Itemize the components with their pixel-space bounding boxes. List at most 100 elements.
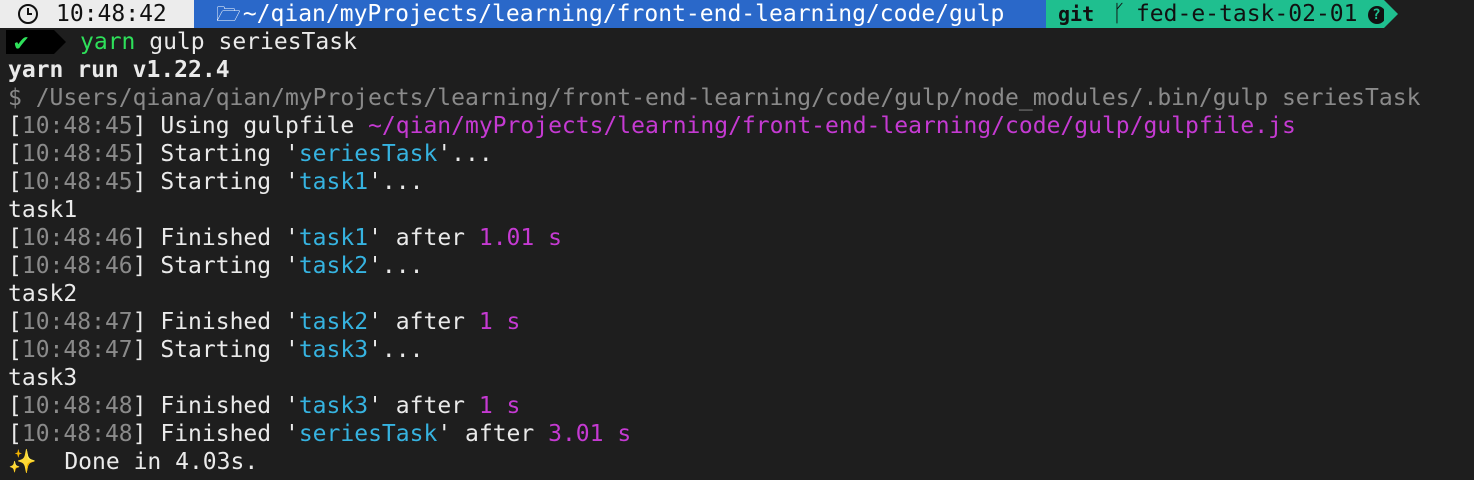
log-timestamp: 10:48:47 xyxy=(21,309,133,335)
log-timestamp: 10:48:48 xyxy=(21,421,133,447)
question-circle-icon: ? xyxy=(1367,6,1386,24)
exec-line: $ /Users/qiana/qian/myProjects/learning/… xyxy=(8,85,1421,111)
log-line: [10:48:45] Using gulpfile ~/qian/myProje… xyxy=(0,112,1474,140)
prompt-time: 10:48:42 xyxy=(56,1,167,27)
command-program: yarn xyxy=(80,29,136,55)
quote: '... xyxy=(437,141,493,167)
plain-output: task3 xyxy=(8,365,78,391)
task-name: task2 xyxy=(298,253,369,279)
task-name: task1 xyxy=(298,169,369,195)
done-line: ✨ Done in 4.03s. xyxy=(0,448,1474,476)
log-timestamp: 10:48:45 xyxy=(21,141,133,167)
quote: ' xyxy=(271,169,299,195)
terminal-window: 10:48:42 🗁~/qian/myProjects/learning/fro… xyxy=(0,0,1474,476)
log-verb: Starting xyxy=(160,337,272,363)
bracket: [ xyxy=(8,253,22,279)
bracket: ] xyxy=(132,393,161,419)
task-name: task3 xyxy=(298,393,369,419)
bracket: ] xyxy=(132,253,161,279)
status-badge-arrow-icon xyxy=(54,30,66,54)
clock-icon xyxy=(18,4,38,24)
log-line: task2 xyxy=(0,280,1474,308)
quote: ' after xyxy=(368,225,479,251)
task-name: seriesTask xyxy=(298,141,438,167)
log-timestamp: 10:48:47 xyxy=(21,337,133,363)
prompt-bar: 10:48:42 🗁~/qian/myProjects/learning/fro… xyxy=(0,0,1474,28)
bracket: ] xyxy=(132,337,161,363)
quote: ' xyxy=(271,225,299,251)
log-line: [10:48:48] Finished 'seriesTask' after 3… xyxy=(0,420,1474,448)
log-line: task3 xyxy=(0,364,1474,392)
task-name: task3 xyxy=(298,337,369,363)
quote: ' xyxy=(271,141,299,167)
log-timestamp: 10:48:46 xyxy=(21,253,133,279)
log-line: [10:48:47] Finished 'task2' after 1 s xyxy=(0,308,1474,336)
task-duration: 1.01 s xyxy=(478,225,562,251)
log-line: [10:48:45] Starting 'seriesTask'... xyxy=(0,140,1474,168)
bracket: ] xyxy=(132,309,161,335)
log-line: [10:48:45] Starting 'task1'... xyxy=(0,168,1474,196)
log-verb: Starting xyxy=(160,169,272,195)
bracket: [ xyxy=(8,421,22,447)
quote: '... xyxy=(368,169,424,195)
bracket: ] xyxy=(132,141,161,167)
log-timestamp: 10:48:46 xyxy=(21,225,133,251)
done-text: Done in 4.03s. xyxy=(36,449,259,475)
quote: '... xyxy=(368,337,424,363)
log-verb: Starting xyxy=(160,253,272,279)
log-lines: [10:48:45] Using gulpfile ~/qian/myProje… xyxy=(0,112,1474,448)
quote: ' xyxy=(271,393,299,419)
log-message: Using gulpfile xyxy=(160,113,369,139)
task-name: task1 xyxy=(298,225,369,251)
bracket: ] xyxy=(132,421,161,447)
bracket: [ xyxy=(8,225,22,251)
segment-separator-icon xyxy=(1384,0,1398,28)
log-line: [10:48:47] Starting 'task3'... xyxy=(0,336,1474,364)
log-line: [10:48:46] Finished 'task1' after 1.01 s xyxy=(0,224,1474,252)
log-verb: Starting xyxy=(160,141,272,167)
check-icon: ✔ xyxy=(14,28,29,56)
command-line[interactable]: ✔ yarn gulp seriesTask xyxy=(0,28,1474,56)
folder-open-icon: 🗁 xyxy=(216,2,241,26)
quote: ' after xyxy=(368,309,479,335)
quote: ' xyxy=(271,337,299,363)
bracket: [ xyxy=(8,169,22,195)
yarn-version-line: yarn run v1.22.4 xyxy=(8,57,230,83)
plain-output: task2 xyxy=(8,281,78,307)
task-duration: 1 s xyxy=(478,393,521,419)
git-label: git xyxy=(1058,2,1095,26)
prompt-path: ~/qian/myProjects/learning/front-end-lea… xyxy=(242,1,1005,27)
log-timestamp: 10:48:48 xyxy=(21,393,133,419)
log-verb: Finished xyxy=(160,225,272,251)
bracket: [ xyxy=(8,393,22,419)
log-line: [10:48:48] Finished 'task3' after 1 s xyxy=(0,392,1474,420)
quote: ' after xyxy=(437,421,549,447)
prompt-time-segment: 10:48:42 xyxy=(0,0,194,28)
log-timestamp: 10:48:45 xyxy=(21,113,133,139)
quote: ' xyxy=(271,421,299,447)
quote: ' xyxy=(271,309,299,335)
log-line: [10:48:46] Starting 'task2'... xyxy=(0,252,1474,280)
task-duration: 3.01 s xyxy=(548,421,632,447)
bracket: [ xyxy=(8,113,22,139)
task-name: seriesTask xyxy=(298,421,438,447)
log-verb: Finished xyxy=(160,309,272,335)
command-args: gulp seriesTask xyxy=(135,29,357,55)
prompt-path-segment: 🗁~/qian/myProjects/learning/front-end-le… xyxy=(194,0,1046,28)
bracket: [ xyxy=(8,141,22,167)
bracket: ] xyxy=(132,169,161,195)
bracket: [ xyxy=(8,337,22,363)
bracket: [ xyxy=(8,309,22,335)
log-verb: Finished xyxy=(160,421,272,447)
quote: '... xyxy=(368,253,424,279)
branch-icon: ᚴ xyxy=(1112,1,1126,27)
bracket: ] xyxy=(132,113,161,139)
prompt-git-segment: git ᚴ fed-e-task-02-01? xyxy=(1046,0,1386,28)
bracket: ] xyxy=(132,225,161,251)
task-name: task2 xyxy=(298,309,369,335)
task-duration: 1 s xyxy=(478,309,521,335)
sparkles-icon: ✨ xyxy=(8,449,37,475)
quote: ' xyxy=(271,253,299,279)
log-timestamp: 10:48:45 xyxy=(21,169,133,195)
plain-output: task1 xyxy=(8,197,78,223)
